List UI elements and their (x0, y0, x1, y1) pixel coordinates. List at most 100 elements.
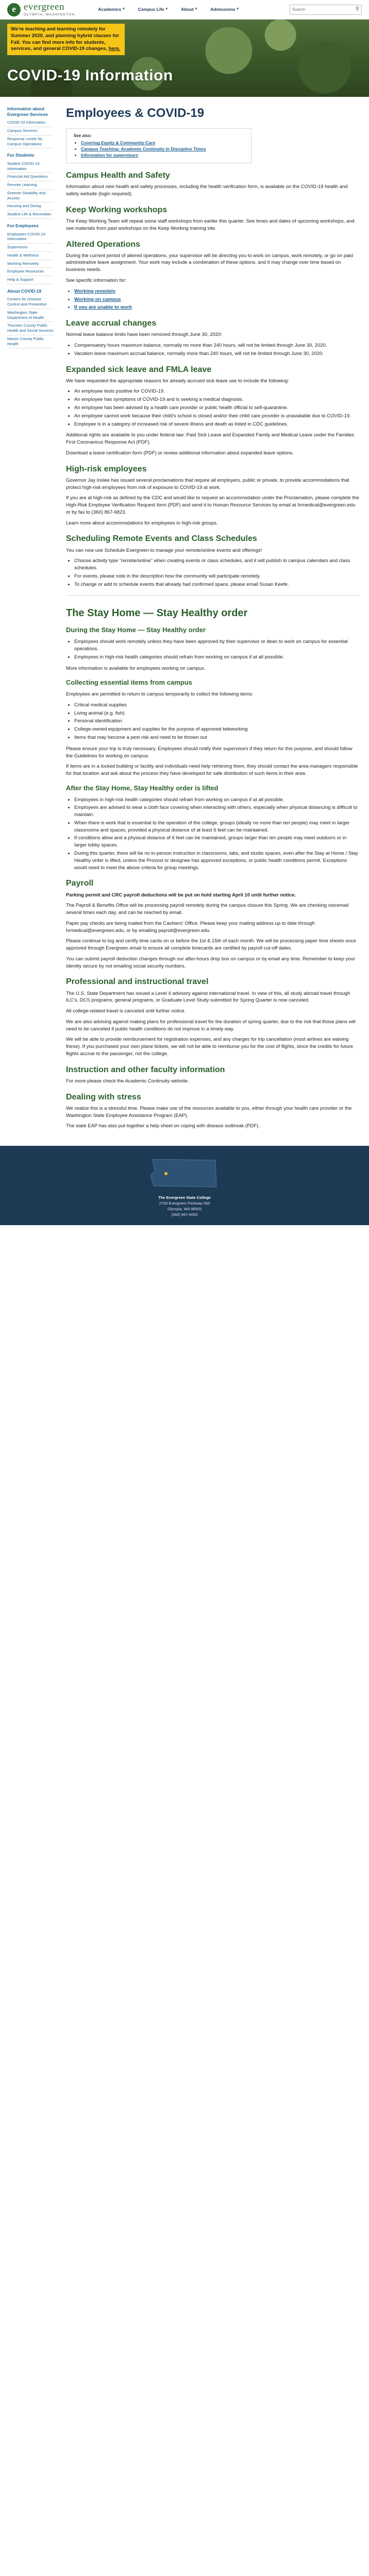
washington-map-icon (143, 1155, 226, 1191)
section-heading: Professional and instructional travel (66, 977, 209, 987)
nav-admissions[interactable]: Admissions ▾ (206, 5, 243, 14)
sidebar-item[interactable]: Remote Learning (7, 181, 54, 190)
sidebar-heading[interactable]: Information about Evergreen Services (7, 106, 54, 117)
see-also-box: See also: Covering Equity & Community Ca… (66, 128, 251, 164)
sidebar-item[interactable]: Greener Disability and Access (7, 190, 54, 203)
footer-phone[interactable]: (360) 867-6000 (0, 1212, 369, 1218)
list-item: When there is work that is essential to … (74, 820, 360, 834)
section-text: Parking permit and CRC payroll deduction… (66, 892, 296, 898)
sidebar-item[interactable]: Working Remotely (7, 260, 54, 268)
nav-about[interactable]: About ▾ (176, 5, 202, 14)
sidebar-item[interactable]: Health & Wellness (7, 252, 54, 260)
after-list: Employees in high-risk health categories… (66, 796, 360, 872)
list-item: Employees should work remotely unless th… (74, 638, 360, 653)
section-text: The Keep Working Team will repeat some s… (66, 218, 355, 231)
sidebar-item[interactable]: Thurston County Public Health and Social… (7, 322, 54, 335)
list-item: Employees in high-risk health categories… (74, 796, 360, 804)
section-text: For more please check the Academic Conti… (66, 1078, 189, 1084)
list-link[interactable]: If you are unable to work (74, 304, 360, 311)
see-also-title: See also: (74, 133, 92, 138)
section-text: We have requested the appropriate reason… (66, 378, 289, 384)
section-heading: High-risk employees (66, 464, 147, 473)
sidebar-item[interactable]: Student Life & Recreation (7, 211, 54, 219)
sidebar-item[interactable]: Financial Aid Questions (7, 173, 54, 182)
subsection-heading: During the Stay Home — Stay Healthy orde… (66, 626, 206, 634)
list-item: Living animal (e.g. fish) (74, 710, 360, 717)
altered-ops-links: Working remotely Working on campus If yo… (66, 288, 360, 311)
search-input[interactable] (292, 7, 356, 12)
sidebar-heading[interactable]: For Employees (7, 223, 54, 229)
evergreen-logo-icon[interactable]: e (7, 3, 21, 16)
section-heading: Keep Working workshops (66, 205, 167, 214)
nav-academics[interactable]: Academics ▾ (93, 5, 129, 14)
list-item: Employee is in a category of increased r… (74, 421, 360, 428)
list-item: College-owned equipment and supplies for… (74, 726, 360, 733)
sidebar-item[interactable]: Mason County Public Health (7, 335, 54, 349)
chevron-down-icon: ▾ (195, 7, 197, 11)
list-link[interactable]: Working on campus (74, 296, 360, 303)
sidebar-item[interactable]: Centers for Disease Control and Preventi… (7, 296, 54, 309)
main-nav: Academics ▾ Campus Life ▾ About ▾ Admission… (93, 5, 243, 14)
chevron-down-icon: ▾ (165, 7, 168, 11)
chevron-down-icon: ▾ (123, 7, 125, 11)
list-item: An employee cannot work because their ch… (74, 413, 360, 420)
brand[interactable]: evergreen OLYMPIA, WASHINGTON (24, 2, 75, 17)
section-text: Download a leave certification form (PDF… (66, 450, 294, 456)
section-text: The state EAP has also put together a he… (66, 1123, 260, 1129)
section-heading: The Stay Home — Stay Healthy order (66, 607, 248, 619)
sidebar-heading[interactable]: For Students (7, 152, 54, 158)
sidebar-item[interactable]: Employees COVID-19 Information (7, 231, 54, 244)
nav-campus-life[interactable]: Campus Life ▾ (133, 5, 173, 14)
list-item: Critical medical supplies (74, 702, 360, 709)
search-icon[interactable]: ⚲ (356, 6, 359, 13)
divider (66, 595, 360, 596)
section-text: Additional rights are available to you u… (66, 432, 355, 446)
sidebar-item[interactable]: Response Levels for Campus Operations (7, 135, 54, 149)
section-heading: Campus Health and Safety (66, 171, 170, 180)
search-box: ⚲ (290, 4, 362, 15)
section-text: During the current period of altered ope… (66, 252, 353, 273)
list-item: To change or add to schedule events that… (74, 581, 360, 588)
sidebar-section-students: For Students Student COVID-19 Informatio… (7, 152, 54, 219)
list-item: For events, please note in the descripti… (74, 573, 360, 580)
sidebar-item[interactable]: Supervisors (7, 244, 54, 252)
section-text: Please continue to log and certify time … (66, 938, 356, 952)
sidebar-item[interactable]: Student COVID-19 Information (7, 160, 54, 174)
see-also-link[interactable]: Information for supervisors (81, 152, 246, 159)
stay-home-section: The Stay Home — Stay Healthy order Durin… (66, 607, 360, 871)
sidebar-item[interactable]: COVID-19 Information (7, 119, 54, 127)
leave-list: Compensatory hours maximum balance, norm… (66, 342, 360, 358)
sidebar-section-covid: About COVID-19 Centers for Disease Contr… (7, 289, 54, 349)
list-item: An employee has symptoms of COVID-19 and… (74, 396, 360, 403)
nav-label: About (181, 7, 194, 12)
section-text: See specific information for: (66, 277, 127, 283)
sidebar: Information about Evergreen Services COV… (7, 97, 54, 1133)
sidebar-item[interactable]: Washington State Department of Health (7, 309, 54, 323)
section-text: We will be able to provide reimbursement… (66, 1037, 354, 1057)
sidebar-item[interactable]: Employee Resources (7, 268, 54, 276)
section-heading: Dealing with stress (66, 1092, 141, 1101)
footer-address-line: 2700 Evergreen Parkway NW (159, 1201, 210, 1206)
alert-text: We're teaching and learning remotely for… (11, 26, 120, 52)
footer-college-name: The Evergreen State College (158, 1195, 211, 1200)
subsection-heading: After the Stay Home, Stay Healthy order … (66, 784, 219, 792)
list-item: Items that may become a pest risk and ne… (74, 734, 360, 741)
sick-leave-list: An employee tests positive for COVID-19.… (66, 388, 360, 428)
sidebar-item[interactable]: Campus Services (7, 127, 54, 135)
schedule-list: Choose activity type "remote/online" whe… (66, 557, 360, 588)
section-text: Normal leave balance limits have been re… (66, 332, 223, 338)
see-also-link[interactable]: Campus Teaching: Academic Continuity in … (81, 146, 246, 152)
sidebar-item[interactable]: Help & Support (7, 276, 54, 284)
section-text: Please ensure your trip is truly necessa… (66, 745, 353, 759)
site-footer: The Evergreen State College 2700 Evergre… (0, 1146, 369, 1225)
section-text: You can submit payroll deduction changes… (66, 956, 355, 969)
list-link[interactable]: Working remotely (74, 288, 360, 295)
alert-link[interactable]: here. (109, 46, 121, 52)
sidebar-item[interactable]: Housing and Dining (7, 202, 54, 211)
section-text: Employees are permitted to return to cam… (66, 691, 254, 698)
site-header: e evergreen OLYMPIA, WASHINGTON Academic… (0, 0, 369, 20)
sidebar-section-employees: For Employees Employees COVID-19 Informa… (7, 223, 54, 284)
sidebar-heading[interactable]: About COVID-19 (7, 289, 54, 294)
see-also-link[interactable]: Covering Equity & Community Care (81, 140, 246, 146)
section-heading: Expanded sick leave and FMLA leave (66, 365, 212, 374)
